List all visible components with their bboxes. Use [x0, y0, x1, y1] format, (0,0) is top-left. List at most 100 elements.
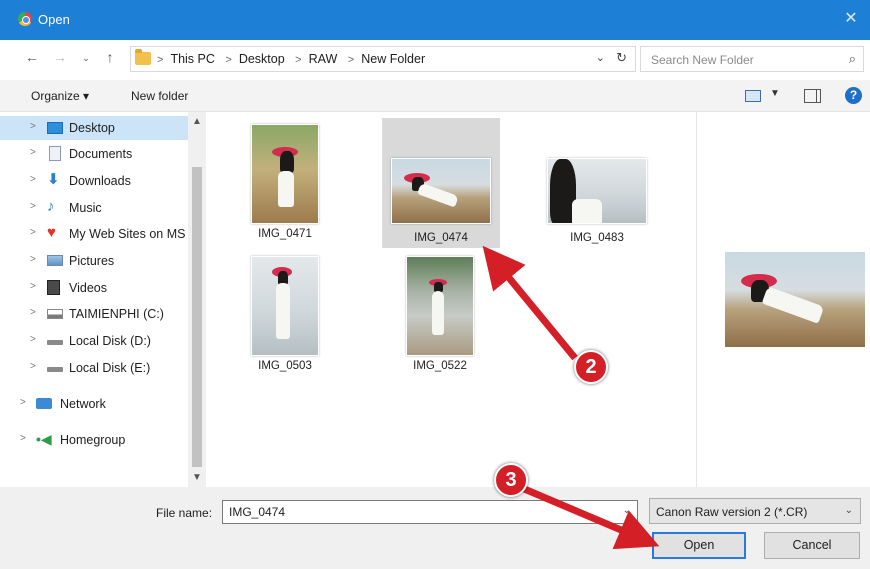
expand-chevron-icon[interactable]: >	[30, 227, 36, 238]
chevron-down-icon[interactable]: ⌄	[845, 505, 853, 516]
sidebar-item-drive-d[interactable]: > Local Disk (D:)	[0, 329, 188, 353]
music-icon: ♪	[47, 198, 55, 215]
navigation-scrollbar[interactable]: ▲ ▼	[188, 112, 206, 487]
new-folder-button[interactable]: New folder	[131, 89, 188, 103]
pictures-icon	[47, 255, 63, 266]
file-name-dropdown-icon[interactable]: ⌄	[623, 505, 631, 516]
expand-chevron-icon[interactable]: >	[30, 361, 36, 372]
command-bar: Organize ▾ New folder ▼ ?	[0, 80, 870, 112]
breadcrumb: > This PC > Desktop > RAW > New Folder	[157, 52, 426, 66]
breadcrumb-new-folder[interactable]: New Folder	[361, 52, 425, 66]
back-arrow-icon[interactable]: ←	[22, 49, 42, 65]
refresh-icon[interactable]: ↻	[616, 50, 627, 66]
sidebar-item-homegroup[interactable]: > •◀ Homegroup	[0, 428, 188, 452]
search-icon[interactable]: ⌕	[849, 51, 856, 67]
window-title: Open	[38, 12, 70, 27]
file-name: IMG_0471	[258, 228, 312, 240]
expand-chevron-icon[interactable]: >	[30, 147, 36, 158]
title-bar: Open ✕	[0, 0, 870, 40]
navigation-pane: > Desktop > Documents > ⬇ Downloads > ♪ …	[0, 112, 206, 487]
change-view-icon[interactable]	[745, 90, 761, 102]
search-input[interactable]: Search New Folder ⌕	[640, 46, 864, 72]
dialog-footer: File name: IMG_0474 ⌄ Canon Raw version …	[0, 487, 870, 569]
sidebar-item-label: TAIMIENPHI (C:)	[69, 307, 164, 321]
sidebar-item-pictures[interactable]: > Pictures	[0, 249, 188, 273]
sidebar-item-label: Homegroup	[60, 433, 126, 447]
expand-chevron-icon[interactable]: >	[30, 307, 36, 318]
scroll-up-icon[interactable]: ▲	[192, 116, 202, 127]
sidebar-item-drive-c[interactable]: > TAIMIENPHI (C:)	[0, 302, 188, 326]
network-icon	[36, 398, 52, 409]
sidebar-item-label: Local Disk (E:)	[69, 361, 151, 375]
documents-icon	[49, 146, 61, 161]
view-options-chevron-icon[interactable]: ▼	[770, 88, 780, 99]
file-name-label: File name:	[156, 506, 213, 520]
annotation-marker-2: 2	[574, 350, 608, 384]
expand-chevron-icon[interactable]: >	[30, 174, 36, 185]
sidebar-item-network[interactable]: > Network	[0, 392, 188, 416]
sidebar-item-label: Desktop	[69, 121, 115, 135]
open-button[interactable]: Open	[652, 532, 746, 559]
expand-chevron-icon[interactable]: >	[20, 433, 26, 444]
folder-icon	[135, 49, 151, 65]
search-placeholder: Search New Folder	[651, 53, 754, 67]
disk-icon	[47, 340, 63, 345]
expand-chevron-icon[interactable]: >	[30, 121, 36, 132]
expand-chevron-icon[interactable]: >	[30, 334, 36, 345]
sidebar-item-desktop[interactable]: > Desktop	[0, 116, 188, 140]
sidebar-item-label: My Web Sites on MS	[69, 227, 186, 241]
preview-pane-icon[interactable]	[804, 89, 821, 103]
sidebar-item-documents[interactable]: > Documents	[0, 142, 188, 166]
sidebar-item-label: Local Disk (D:)	[69, 334, 151, 348]
image-preview	[725, 252, 865, 347]
forward-arrow-icon[interactable]: →	[50, 49, 70, 65]
address-bar[interactable]: > This PC > Desktop > RAW > New Folder ⌄ ↻	[130, 46, 636, 72]
expand-chevron-icon[interactable]: >	[30, 254, 36, 265]
help-icon[interactable]: ?	[845, 87, 862, 104]
up-arrow-icon[interactable]: ↑	[100, 49, 120, 65]
file-thumbnail	[251, 256, 319, 356]
file-item-img-0471[interactable]: IMG_0471	[230, 118, 340, 243]
system-drive-icon	[47, 309, 63, 319]
organize-button[interactable]: Organize ▾	[31, 89, 89, 103]
breadcrumb-desktop[interactable]: Desktop	[239, 52, 285, 66]
file-item-img-0483[interactable]: IMG_0483	[532, 118, 662, 244]
breadcrumb-raw[interactable]: RAW	[309, 52, 338, 66]
cancel-button[interactable]: Cancel	[764, 532, 860, 559]
scrollbar-thumb[interactable]	[192, 167, 202, 467]
file-thumbnail	[251, 124, 319, 224]
sidebar-item-music[interactable]: > ♪ Music	[0, 196, 188, 220]
file-item-img-0474[interactable]: IMG_0474	[382, 118, 500, 248]
sidebar-item-videos[interactable]: > Videos	[0, 276, 188, 300]
file-name-field[interactable]: IMG_0474 ⌄	[222, 500, 638, 524]
desktop-icon	[47, 122, 63, 134]
file-item-img-0522[interactable]: IMG_0522	[385, 250, 495, 375]
file-name: IMG_0522	[413, 360, 467, 372]
downloads-icon: ⬇	[47, 171, 60, 188]
sidebar-item-label: Music	[69, 201, 102, 215]
file-name-value: IMG_0474	[229, 505, 286, 519]
file-thumbnail	[547, 158, 647, 224]
file-type-value: Canon Raw version 2 (*.CR)	[656, 505, 808, 519]
address-dropdown-icon[interactable]: ⌄	[596, 51, 605, 64]
expand-chevron-icon[interactable]: >	[30, 201, 36, 212]
file-item-img-0503[interactable]: IMG_0503	[230, 250, 340, 375]
web-sites-icon: ♥	[47, 224, 56, 241]
close-icon[interactable]: ✕	[840, 8, 862, 30]
file-type-select[interactable]: Canon Raw version 2 (*.CR) ⌄	[649, 498, 861, 524]
scroll-down-icon[interactable]: ▼	[192, 472, 202, 483]
sidebar-item-drive-e[interactable]: > Local Disk (E:)	[0, 356, 188, 380]
sidebar-item-my-web-sites[interactable]: > ♥ My Web Sites on MS	[0, 222, 188, 246]
chrome-app-icon	[18, 12, 32, 26]
sidebar-item-label: Pictures	[69, 254, 115, 268]
expand-chevron-icon[interactable]: >	[20, 397, 26, 408]
file-thumbnail	[391, 158, 491, 224]
file-name: IMG_0483	[570, 232, 624, 244]
recent-locations-chevron-icon[interactable]: ⌄	[76, 53, 96, 64]
expand-chevron-icon[interactable]: >	[30, 281, 36, 292]
homegroup-icon: •◀	[36, 431, 52, 447]
breadcrumb-this-pc[interactable]: This PC	[170, 52, 214, 66]
file-thumbnail	[406, 256, 474, 356]
annotation-marker-3: 3	[494, 463, 528, 497]
sidebar-item-downloads[interactable]: > ⬇ Downloads	[0, 169, 188, 193]
